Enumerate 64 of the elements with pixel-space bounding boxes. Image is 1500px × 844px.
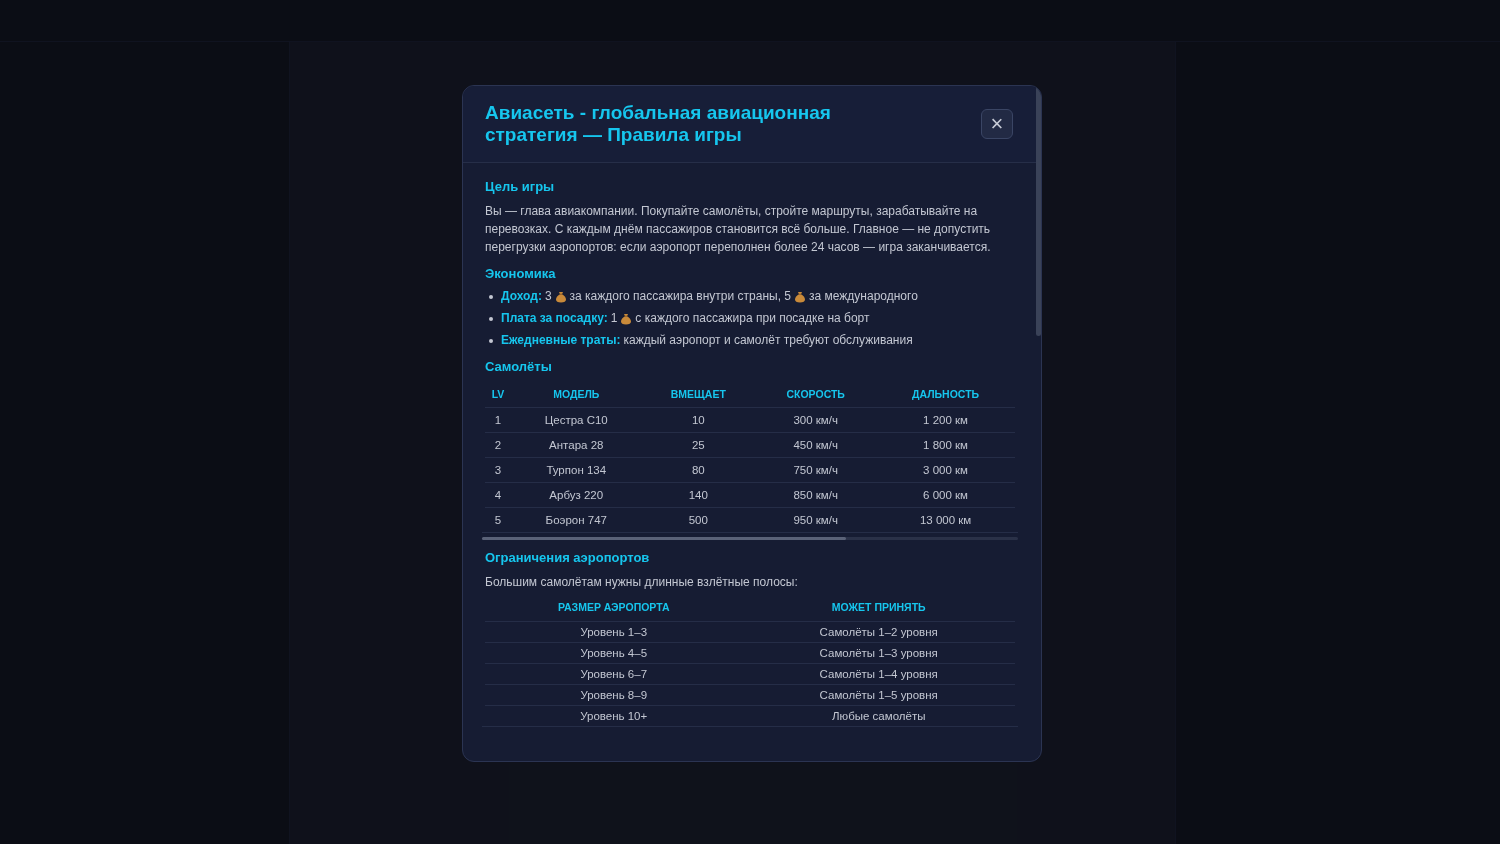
bullet-label: Ежедневные траты: bbox=[501, 332, 621, 349]
table-cell: 13 000 км bbox=[876, 507, 1015, 533]
vertical-scrollbar[interactable] bbox=[1036, 86, 1041, 336]
table-cell: 6 000 км bbox=[876, 482, 1015, 508]
bullet-label: Плата за посадку: bbox=[501, 310, 608, 327]
table-cell: 4 bbox=[485, 482, 512, 508]
money-bag-icon bbox=[620, 312, 633, 325]
column-header: ВМЕЩАЕТ bbox=[641, 381, 756, 408]
section-text: Вы — глава авиакомпании. Покупайте самолёты, стройте маршруты, зарабатывайте на перевозках. С каждым днём пассажиров становится всё больше. Главное — не допустить перегрузки аэропортов: если аэропорт переполнен более 24 часов — игра заканчивается. bbox=[485, 202, 992, 256]
column-header: LV bbox=[485, 381, 512, 408]
table-cell: 2 bbox=[485, 432, 512, 458]
bullet-text: 3 bbox=[544, 288, 552, 305]
table-cell: 3 000 км bbox=[876, 457, 1015, 483]
section-heading: Экономика bbox=[485, 264, 557, 283]
column-header: ДАЛЬНОСТЬ bbox=[876, 381, 1015, 408]
table-cell: Уровень 1–3 bbox=[485, 621, 743, 642]
table-cell: Самолёты 1–4 уровня bbox=[742, 663, 1015, 684]
column-header: РАЗМЕР АЭРОПОРТА bbox=[485, 594, 743, 621]
table-cell: 750 км/ч bbox=[755, 457, 877, 483]
bullet-label: Доход: bbox=[501, 288, 542, 305]
money-bag-icon bbox=[794, 290, 806, 303]
table-cell: 80 bbox=[641, 457, 756, 483]
section-heading: Самолёты bbox=[485, 358, 553, 376]
bullet-text: 1 bbox=[610, 310, 618, 327]
table-cell: 140 bbox=[641, 482, 756, 508]
column-header: МОЖЕТ ПРИНЯТЬ bbox=[742, 594, 1015, 621]
table-cell: 1 200 км bbox=[876, 407, 1015, 433]
close-button[interactable]: × bbox=[981, 109, 1013, 139]
table-cell: Уровень 4–5 bbox=[485, 642, 743, 663]
column-header: МОДЕЛЬ bbox=[511, 381, 642, 408]
section-heading: Ограничения аэропортов bbox=[485, 549, 651, 568]
table-cell: Самолёты 1–5 уровня bbox=[742, 684, 1015, 705]
table-cell: Антара 28 bbox=[511, 432, 642, 458]
table-cell: Самолёты 1–2 уровня bbox=[742, 621, 1015, 642]
bullet-text: с каждого пассажира при посадке на борт bbox=[635, 310, 870, 327]
dialog-title: Авиасеть - глобальная авиационная стратегия — Правила игры bbox=[485, 102, 832, 146]
table-cell: 300 км/ч bbox=[755, 407, 877, 433]
table-cell: Уровень 8–9 bbox=[485, 684, 743, 705]
table-cell: Самолёты 1–3 уровня bbox=[742, 642, 1015, 663]
table-cell: 450 км/ч bbox=[755, 432, 877, 458]
section-heading: Цель игры bbox=[485, 178, 556, 196]
bullet-text: за каждого пассажира внутри страны, 5 bbox=[569, 288, 791, 305]
table-cell: 1 800 км bbox=[876, 432, 1015, 458]
table-cell: Любые самолёты bbox=[742, 705, 1015, 726]
bullet-text: за международного bbox=[809, 288, 918, 305]
table-cell: Уровень 6–7 bbox=[485, 663, 743, 684]
table-cell: 500 bbox=[641, 507, 756, 533]
table-cell: 3 bbox=[485, 457, 512, 483]
table-cell: 10 bbox=[641, 407, 756, 433]
table-cell: 850 км/ч bbox=[755, 482, 877, 508]
table-cell: 950 км/ч bbox=[755, 507, 877, 533]
table-cell: Боэрон 747 bbox=[511, 507, 642, 533]
section-text: Большим самолётам нужны длинные взлётные полосы: bbox=[485, 573, 799, 591]
table-cell: 5 bbox=[485, 507, 512, 533]
horizontal-scrollbar[interactable] bbox=[482, 537, 1018, 541]
table-cell: Арбуз 220 bbox=[511, 482, 642, 508]
table-cell: Уровень 10+ bbox=[485, 705, 743, 726]
column-header: СКОРОСТЬ bbox=[755, 381, 877, 408]
table-cell: Цестра С10 bbox=[511, 407, 642, 433]
money-bag-icon bbox=[554, 290, 567, 303]
table-cell: 25 bbox=[641, 432, 756, 458]
table-cell: 1 bbox=[485, 407, 512, 433]
table-cell: Турпон 134 bbox=[511, 457, 642, 483]
bullet-text: каждый аэропорт и самолёт требуют обслуживания bbox=[623, 332, 913, 349]
